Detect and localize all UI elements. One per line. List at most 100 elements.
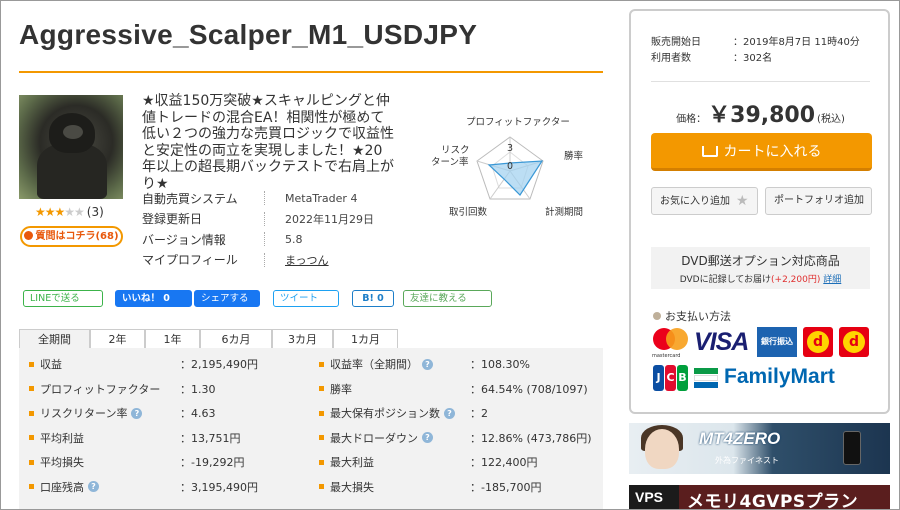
product-image[interactable]: [19, 95, 123, 199]
stat-label: リスクリターン率: [40, 407, 128, 421]
hatena-bookmark-button[interactable]: B! 0: [352, 290, 394, 307]
dvd-text: DVDに記録してお届け: [679, 275, 772, 285]
performance-radar-chart: プロフィットファクター 勝率 計測期間 取引回数 リスク ターン率 3 0: [431, 117, 584, 218]
review-count[interactable]: (3): [87, 205, 104, 219]
star-empty-icon: ★★: [64, 205, 84, 219]
profile-link[interactable]: まっつん: [285, 252, 329, 268]
add-favorite-button[interactable]: お気に入り追加 ★: [651, 187, 758, 215]
spec-row: 登録更新日 2022年11月29日: [142, 209, 374, 230]
stat-label: 平均利益: [40, 431, 84, 445]
stat-value: ：1.30: [180, 382, 216, 396]
help-icon[interactable]: ?: [422, 358, 433, 370]
add-portfolio-button[interactable]: ポートフォリオ追加: [765, 187, 872, 215]
stat-value: ：64.54% (708/1097): [470, 382, 588, 396]
radar-label-period: 計測期間: [545, 206, 583, 218]
cart-icon: [701, 146, 718, 157]
stat-label: 最大保有ポジション数: [330, 407, 440, 421]
spec-value: 2022年11月29日: [285, 212, 374, 226]
help-icon[interactable]: ?: [88, 481, 99, 493]
stat-row: 収益 ：2,195,490円: [29, 352, 258, 377]
stat-label: 口座残高: [40, 480, 84, 494]
stat-value: ：-19,292円: [180, 456, 245, 470]
period-tabs: 全期間 2年 1年 6カ月 3カ月 1カ月: [19, 329, 398, 349]
stat-row: プロフィットファクター ：1.30: [29, 377, 258, 402]
radar-label-pf: プロフィットファクター: [466, 117, 570, 128]
stat-row: 収益率（全期間）? ：108.30%: [319, 352, 592, 377]
stat-label: 勝率: [330, 382, 352, 396]
tab-2y[interactable]: 2年: [90, 329, 145, 349]
tab-all[interactable]: 全期間: [19, 329, 90, 349]
stat-row: 平均損失 ：-19,292円: [29, 450, 258, 475]
stats-column-left: 収益 ：2,195,490円 プロフィットファクター ：1.30 リスクリターン率?…: [29, 352, 258, 499]
question-button[interactable]: 質問はコチラ(68): [20, 226, 123, 247]
price-tax: (税込): [817, 114, 845, 125]
bullet-icon: [653, 312, 661, 320]
spec-row: 自動売買システム MetaTrader 4: [142, 188, 374, 209]
stat-value: ：13,751円: [180, 431, 241, 445]
price-value: ￥39,800: [708, 103, 816, 128]
visa-logo: VISA: [694, 328, 749, 356]
tab-1m[interactable]: 1カ月: [333, 329, 398, 349]
spec-label: マイプロフィール: [142, 253, 238, 268]
facebook-like-button[interactable]: いいね！ 0: [115, 290, 192, 307]
tweet-button[interactable]: ツイート: [273, 290, 339, 307]
banner-title: MT4ZERO: [699, 429, 781, 448]
vps-banner-title: メモリ4GVPSプラン: [687, 492, 859, 510]
page-title: Aggressive_Scalper_M1_USDJPY: [19, 19, 478, 50]
line-share-button[interactable]: LINEで送る: [23, 290, 103, 307]
radar-label-winrate: 勝率: [564, 150, 584, 162]
gorilla-face-shape: [63, 125, 83, 139]
payment-heading: お支払い方法: [653, 308, 731, 324]
stat-value: ：2: [470, 407, 488, 421]
radar-label-trades: 取引回数: [449, 206, 488, 218]
vps-banner[interactable]: VPS メモリ4GVPSプラン: [629, 485, 890, 510]
stat-label: 最大ドローダウン: [330, 431, 418, 445]
banner-subtitle: 外為ファイネスト: [715, 456, 779, 465]
stat-row: 勝率 ：64.54% (708/1097): [319, 377, 592, 402]
stat-value: ：108.30%: [470, 358, 530, 372]
star-icon: ★★★: [35, 205, 65, 219]
stat-label: 収益: [40, 358, 62, 372]
dvd-price: (+2,200円): [771, 275, 821, 285]
product-description: ★収益150万突破★スキャルピングと仲値トレードの混合EA！相関性が極めて低い２…: [142, 93, 394, 192]
purchase-panel: 販売開始日 ：2019年8月7日 11時40分 利用者数 ：302名 価格：￥39,…: [629, 9, 890, 414]
stat-label: 平均損失: [40, 456, 84, 470]
spec-row: マイプロフィール まっつん: [142, 250, 374, 271]
stat-value: ：-185,700円: [470, 480, 542, 494]
stat-row: リスクリターン率? ：4.63: [29, 401, 258, 426]
page: Aggressive_Scalper_M1_USDJPY ★★★★★ (3) 質問…: [0, 0, 900, 510]
sale-start-value: ：2019年8月7日 11時40分: [733, 37, 860, 48]
stat-value: ：122,400円: [470, 456, 538, 470]
dvd-detail-link[interactable]: 詳細: [823, 275, 841, 285]
radar-scale-0: 0: [507, 161, 513, 172]
phone-icon: [843, 431, 861, 465]
tab-6m[interactable]: 6カ月: [200, 329, 272, 349]
mastercard-text: mastercard: [652, 353, 681, 359]
help-icon[interactable]: ?: [422, 432, 433, 444]
banner-person-face: [645, 429, 679, 469]
add-to-cart-button[interactable]: カートに入れる: [651, 133, 872, 171]
help-icon[interactable]: ?: [131, 407, 143, 419]
star-icon: ★: [736, 193, 749, 209]
facebook-share-button[interactable]: シェアする: [194, 290, 260, 307]
mt4zero-banner[interactable]: MT4ZERO 外為ファイネスト: [629, 423, 890, 474]
stat-label: 収益率（全期間）: [330, 358, 418, 372]
spec-row: バージョン情報 5.8: [142, 229, 374, 250]
stat-row: 最大ドローダウン? ：12.86% (473,786円): [319, 426, 592, 451]
stat-value: ：3,195,490円: [180, 480, 258, 494]
mastercard-logo: mastercard: [652, 326, 689, 362]
cart-button-label: カートに入れる: [723, 144, 822, 160]
tell-friend-button[interactable]: 友達に教える: [403, 290, 492, 307]
payment-heading-label: お支払い方法: [665, 310, 731, 323]
tab-1y[interactable]: 1年: [145, 329, 200, 349]
d-payment-logo: d: [803, 327, 833, 357]
stat-row: 最大損失 ：-185,700円: [319, 475, 592, 500]
stat-label: 最大利益: [330, 456, 374, 470]
help-icon[interactable]: ?: [444, 407, 455, 419]
d-daily-logo: d: [839, 327, 869, 357]
stat-row: 口座残高? ：3,195,490円: [29, 475, 258, 500]
tab-3m[interactable]: 3カ月: [272, 329, 333, 349]
jcb-logo: JCB: [653, 365, 689, 391]
stat-row: 平均利益 ：13,751円: [29, 426, 258, 451]
spec-value: MetaTrader 4: [285, 191, 358, 205]
